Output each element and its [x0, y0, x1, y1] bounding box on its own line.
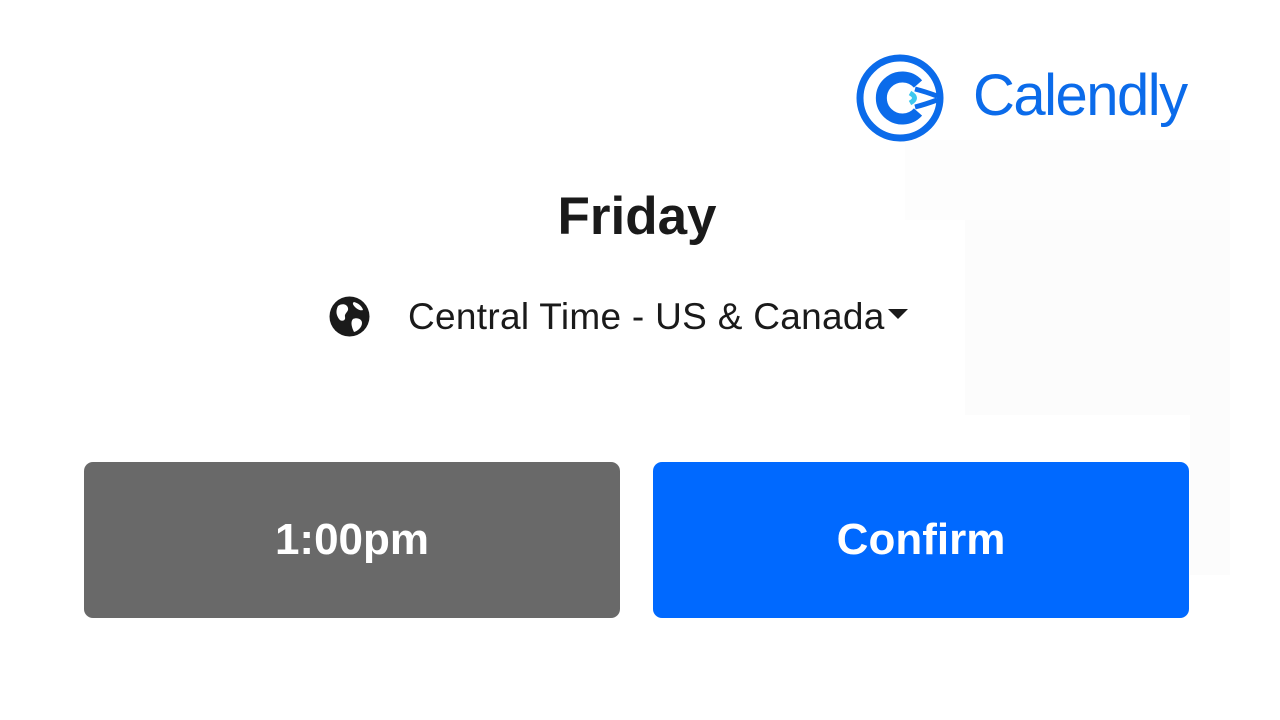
caret-down-icon[interactable]: [887, 309, 908, 319]
background-panel: [965, 220, 1230, 415]
background-panel: [1190, 415, 1230, 575]
timezone-label: Central Time - US & Canada: [408, 295, 885, 337]
confirm-button[interactable]: Confirm: [653, 462, 1189, 618]
brand-header: Calendly: [855, 52, 1188, 144]
time-slot-button[interactable]: 1:00pm: [84, 462, 620, 618]
brand-name: Calendly: [973, 63, 1188, 128]
day-title: Friday: [557, 187, 717, 246]
calendly-logo-icon: [856, 54, 944, 142]
globe-icon: [329, 296, 370, 336]
timezone-selector[interactable]: Central Time - US & Canada: [327, 291, 908, 341]
